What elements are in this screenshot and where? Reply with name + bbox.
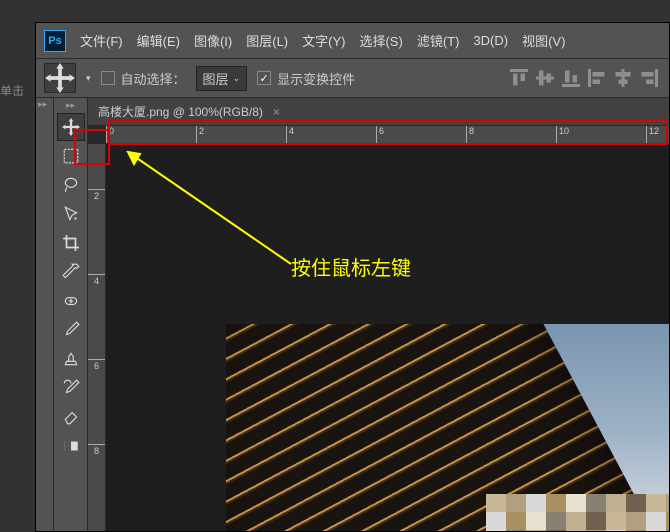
gradient-tool[interactable] [57,432,85,460]
eraser-tool[interactable] [57,403,85,431]
quick-select-tool[interactable] [57,200,85,228]
expand-panel-icon[interactable]: ▸▸ [38,99,47,110]
highlight-move-tool [74,129,110,165]
align-vcenter-button[interactable] [533,66,557,90]
document-tab[interactable]: 高楼大厦.png @ 100%(RGB/8) [98,103,263,120]
toolbox-expand-icon[interactable]: ▸▸ [66,100,75,112]
menu-image[interactable]: 图像(I) [194,31,232,50]
show-transform-label: 显示变换控件 [277,69,355,88]
ruler-tick: 4 [88,274,105,286]
workarea: ▸▸ ▸▸ 高楼大厦.png @ 100%(RGB/8) × 0 2 [36,98,669,531]
lasso-tool[interactable] [57,171,85,199]
align-right-button[interactable] [637,66,661,90]
document-area: 高楼大厦.png @ 100%(RGB/8) × 0 2 4 6 8 10 12… [88,98,669,531]
menu-file[interactable]: 文件(F) [80,31,123,50]
ruler-tick: 2 [88,189,105,201]
auto-select-label: 自动选择： [121,69,186,88]
auto-select-option[interactable]: 自动选择： [101,69,186,88]
clone-stamp-tool[interactable] [57,345,85,373]
outer-label: 单击 [0,82,24,99]
align-top-button[interactable] [507,66,531,90]
move-icon [45,63,75,93]
chevron-down-icon[interactable]: ▾ [86,73,91,84]
auto-select-checkbox[interactable] [101,71,115,85]
align-hcenter-button[interactable] [611,66,635,90]
brush-tool[interactable] [57,316,85,344]
ps-logo: Ps [44,30,66,52]
highlight-ruler [108,119,668,145]
canvas[interactable]: 按住鼠标左键 [106,144,669,531]
crop-tool[interactable] [57,229,85,257]
menu-select[interactable]: 选择(S) [359,31,402,50]
chevron-down-icon: ⌄ [233,73,241,84]
left-collapsed-panel[interactable]: ▸▸ [36,98,54,531]
ruler-tick: 8 [88,444,105,456]
menu-filter[interactable]: 滤镜(T) [417,31,460,50]
ruler-tick: 6 [88,359,105,371]
menu-3d[interactable]: 3D(D) [473,33,508,48]
align-buttons [507,66,661,90]
vertical-ruler[interactable]: 2 4 6 8 [88,144,106,531]
align-bottom-button[interactable] [559,66,583,90]
options-bar: ▾ 自动选择： 图层 ⌄ 显示变换控件 [36,58,669,98]
image-layer[interactable] [226,324,669,531]
active-tool-indicator[interactable] [44,63,76,93]
healing-brush-tool[interactable] [57,287,85,315]
annotation-text: 按住鼠标左键 [291,252,411,281]
align-left-button[interactable] [585,66,609,90]
menu-type[interactable]: 文字(Y) [302,31,345,50]
history-brush-tool[interactable] [57,374,85,402]
pixelated-region [486,494,669,531]
menu-edit[interactable]: 编辑(E) [137,31,180,50]
app-window: Ps 文件(F) 编辑(E) 图像(I) 图层(L) 文字(Y) 选择(S) 滤… [35,22,670,532]
close-tab-icon[interactable]: × [273,105,280,119]
auto-select-target-dropdown[interactable]: 图层 ⌄ [196,66,248,91]
dropdown-value: 图层 [203,69,229,88]
menu-view[interactable]: 视图(V) [522,31,565,50]
eyedropper-tool[interactable] [57,258,85,286]
show-transform-option[interactable]: 显示变换控件 [257,69,355,88]
show-transform-checkbox[interactable] [257,71,271,85]
menu-layer[interactable]: 图层(L) [246,31,288,50]
menubar: Ps 文件(F) 编辑(E) 图像(I) 图层(L) 文字(Y) 选择(S) 滤… [36,23,669,58]
